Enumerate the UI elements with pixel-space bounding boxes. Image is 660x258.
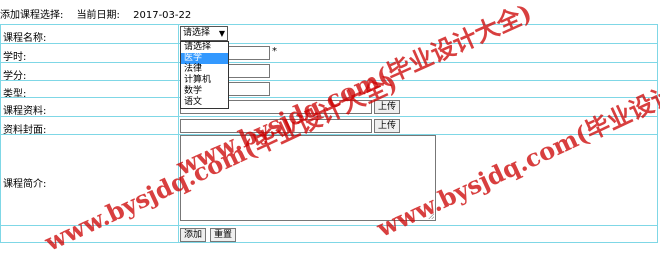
intro-textarea[interactable]	[180, 135, 436, 221]
type-select[interactable]	[226, 82, 270, 96]
chevron-down-icon: ▼	[218, 29, 225, 38]
column-divider	[178, 44, 179, 62]
column-divider	[178, 63, 179, 81]
row-credit-hours: 学时:	[0, 43, 658, 63]
course-material-label: 课程资料:	[3, 106, 47, 117]
credit-hours-input[interactable]	[226, 46, 270, 60]
column-divider	[178, 117, 179, 135]
row-actions	[0, 225, 658, 243]
course-name-select[interactable]: 请选择 ▼	[180, 26, 228, 41]
add-button[interactable]: 添加	[180, 228, 206, 242]
upload-cover-button[interactable]: 上传	[374, 119, 401, 133]
dropdown-option[interactable]: 语文	[181, 97, 228, 108]
required-mark: *	[272, 46, 277, 57]
course-name-dropdown: 请选择 医学 法律 计算机 数学 语文	[180, 41, 229, 109]
reset-button[interactable]: 重置	[210, 228, 236, 242]
row-credits: 学分:	[0, 62, 658, 82]
credit-hours-label: 学时:	[3, 52, 27, 63]
course-name-label: 课程名称:	[3, 33, 47, 44]
column-divider	[178, 25, 179, 43]
date-label: 当前日期:	[76, 10, 120, 21]
dropdown-option[interactable]: 法律	[181, 64, 228, 75]
column-divider	[178, 98, 179, 116]
page-header: 添加课程选择: 当前日期: 2017-03-22	[0, 6, 201, 21]
upload-material-button[interactable]: 上传	[374, 100, 401, 114]
resize-handle-icon[interactable]	[428, 213, 434, 219]
dropdown-option[interactable]: 数学	[181, 86, 228, 97]
cover-input[interactable]	[180, 119, 372, 133]
dropdown-option[interactable]: 计算机	[181, 75, 228, 86]
intro-label: 课程简介:	[3, 179, 47, 190]
course-select-value: 请选择	[183, 28, 211, 38]
dropdown-option-highlighted[interactable]: 医学	[181, 53, 228, 64]
date-value: 2017-03-22	[133, 10, 192, 21]
row-course-name: 课程名称:	[0, 24, 658, 44]
page-label: 添加课程选择:	[0, 10, 64, 21]
credits-input[interactable]	[226, 64, 270, 78]
column-divider	[178, 135, 179, 225]
dropdown-option[interactable]: 请选择	[181, 42, 228, 53]
column-divider	[178, 226, 179, 243]
